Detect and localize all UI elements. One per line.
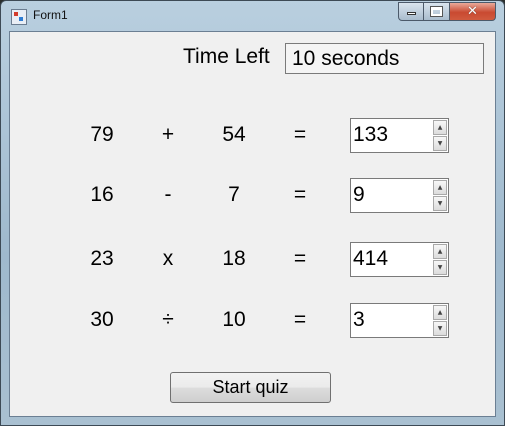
window-title: Form1 [33,8,68,22]
addend-left: 79 [90,123,114,146]
spinner-arrows: ▲ ▼ [433,180,447,211]
spinner-arrows: ▲ ▼ [433,305,447,336]
divide-sign: ÷ [162,308,174,331]
equals-sign: = [293,183,307,206]
spin-down-arrow-icon[interactable]: ▼ [433,136,447,151]
title-bar[interactable]: Form1 ✕ [1,1,504,31]
plus-sign: + [161,123,175,146]
app-window: Form1 ✕ Time Left 10 seconds 79 + 54 = 1… [0,0,505,426]
difference-answer-value[interactable]: 9 [353,182,365,208]
equals-sign: = [293,247,307,270]
time-left-label: Time Left [183,45,270,68]
maximize-icon [430,6,443,17]
spin-up-arrow-icon[interactable]: ▲ [433,305,447,320]
quotient-answer-spinner[interactable]: 3 ▲ ▼ [350,303,449,338]
difference-answer-spinner[interactable]: 9 ▲ ▼ [350,178,449,213]
sum-answer-spinner[interactable]: 133 ▲ ▼ [350,118,449,153]
time-left-display: 10 seconds [285,43,484,74]
multiplier: 18 [222,247,246,270]
form-client-area: Time Left 10 seconds 79 + 54 = 133 ▲ ▼ 1… [9,31,496,417]
maximize-button[interactable] [424,2,450,21]
subtrahend: 7 [228,183,240,206]
divisor: 10 [222,308,246,331]
minus-sign: - [164,183,172,206]
minimize-icon [406,12,416,15]
caption-buttons: ✕ [398,2,496,21]
sum-answer-value[interactable]: 133 [353,122,388,148]
close-button[interactable]: ✕ [450,2,496,21]
equals-sign: = [293,123,307,146]
times-sign: x [162,247,174,270]
spin-down-arrow-icon[interactable]: ▼ [433,260,447,275]
dividend: 30 [90,308,114,331]
spin-up-arrow-icon[interactable]: ▲ [433,120,447,135]
close-icon: ✕ [467,4,478,19]
spin-up-arrow-icon[interactable]: ▲ [433,180,447,195]
product-answer-value[interactable]: 414 [353,246,388,272]
equals-sign: = [293,308,307,331]
spinner-arrows: ▲ ▼ [433,244,447,275]
product-answer-spinner[interactable]: 414 ▲ ▼ [350,242,449,277]
app-icon[interactable] [11,9,27,25]
spinner-arrows: ▲ ▼ [433,120,447,151]
addend-right: 54 [222,123,246,146]
multiplicand: 23 [90,247,114,270]
spin-down-arrow-icon[interactable]: ▼ [433,196,447,211]
spin-up-arrow-icon[interactable]: ▲ [433,244,447,259]
minimize-button[interactable] [398,2,424,21]
spin-down-arrow-icon[interactable]: ▼ [433,321,447,336]
minuend: 16 [90,183,114,206]
start-quiz-button[interactable]: Start quiz [170,372,331,403]
quotient-answer-value[interactable]: 3 [353,307,365,333]
